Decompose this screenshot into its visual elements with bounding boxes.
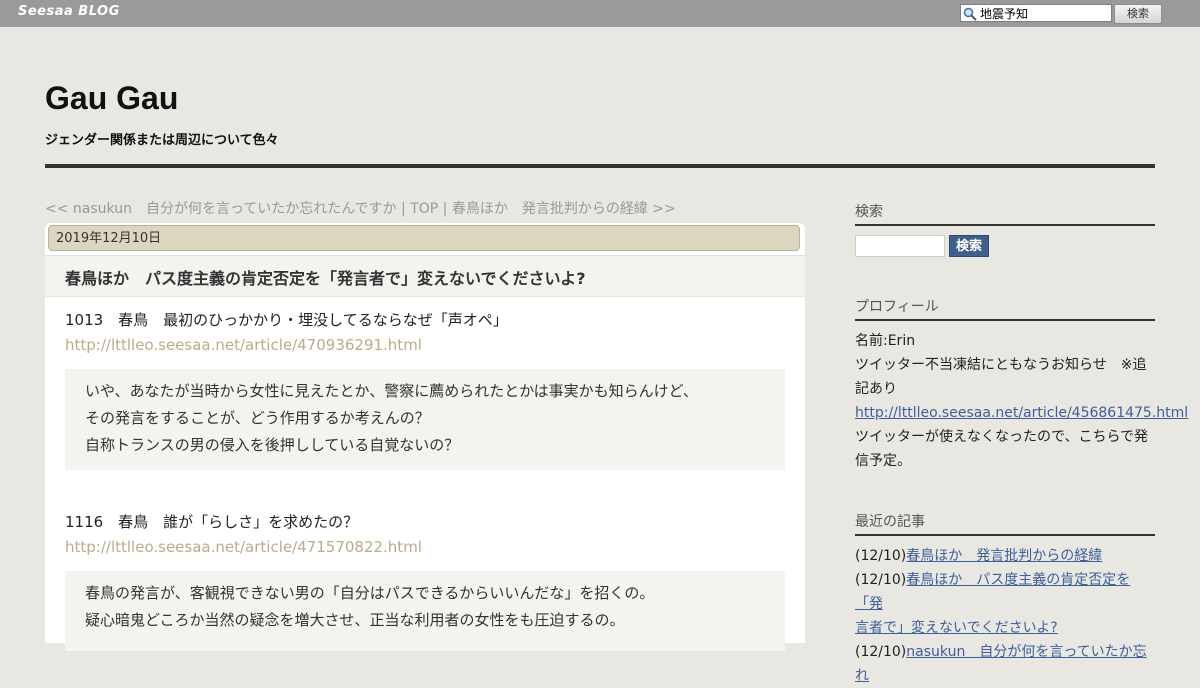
sidebar-recent-heading: 最近の記事 [855,511,1155,536]
recent-article-link[interactable]: 春鳥ほか 発言批判からの経緯 [906,548,1102,564]
top-search-button[interactable]: 検索 [1114,4,1162,24]
profile-link[interactable]: http://lttlleo.seesaa.net/article/456861… [855,405,1188,421]
entry-heading: 1013 春鳥 最初のひっかかり・埋没してるならなぜ「声オペ」 [65,311,508,329]
blog-title[interactable]: Gau Gau [45,80,178,117]
article-date: 2019年12月10日 [48,225,800,251]
profile-note: 信予定。 [855,453,911,469]
recent-date: (12/10) [855,644,907,660]
quote-line: 自称トランスの男の侵入を後押ししている自覚ないの？ [85,436,460,454]
entry-link[interactable]: http://lttlleo.seesaa.net/article/470936… [65,336,422,354]
header-divider [45,164,1155,168]
list-item: (12/10)春鳥ほか 発言批判からの経緯 [855,544,1155,568]
search-icon [963,6,977,21]
list-item: 言者で」変えないでくださいよ? [855,616,1155,640]
entry-quote: 春鳥の発言が、客観視できない男の「自分はパスできるからいいんだな」を招くの。 疑… [65,571,785,651]
prev-article-link[interactable]: << nasukun 自分が何を言っていたか忘れたんですか [45,201,397,217]
recent-article-link-continued[interactable]: 言者で」変えないでくださいよ? [855,620,1058,636]
sidebar-search-input[interactable] [855,235,945,257]
blog-description: ジェンダー関係または周辺について色々 [45,133,279,148]
profile-note: ツイッターが使えなくなったので、こちらで発 [855,429,1149,445]
top-link[interactable]: TOP [410,201,438,217]
quote-line: いや、あなたが当時から女性に見えたとか、警察に薦められたとかは事実かも知らんけど… [85,382,698,400]
list-item: (12/10)nasukun 自分が何を言っていたか忘れ [855,640,1155,688]
article-title[interactable]: 春鳥ほか パス度主義の肯定否定を「発言者で」変えないでくださいよ? [65,265,585,289]
seesaa-blog-logo[interactable]: Seesaa BLOG [18,4,120,19]
quote-line: その発言をすることが、どう作用するか考えんの？ [85,409,430,427]
top-search-input[interactable] [977,6,1108,20]
nav-separator: | [396,201,411,217]
profile-name: 名前:Erin [855,333,916,349]
sidebar-search-button[interactable]: 検索 [949,235,989,257]
article-navigation: << nasukun 自分が何を言っていたか忘れたんですか | TOP | 春鳥… [45,198,676,218]
quote-line: 春鳥の発言が、客観視できない男の「自分はパスできるからいいんだな」を招くの。 [85,584,655,602]
entry-quote: いや、あなたが当時から女性に見えたとか、警察に薦められたとかは事実かも知らんけど… [65,369,785,470]
list-item: (12/10)春鳥ほか パス度主義の肯定否定を「発 [855,568,1155,616]
recent-articles-list: (12/10)春鳥ほか 発言批判からの経緯 (12/10)春鳥ほか パス度主義の… [855,544,1155,688]
recent-date: (12/10) [855,572,907,588]
profile-note: 記あり [855,381,897,397]
entry-link[interactable]: http://lttlleo.seesaa.net/article/471570… [65,538,422,556]
sidebar-profile-heading: プロフィール [855,296,1155,321]
profile-note: ツイッター不当凍結にともなうお知らせ ※追 [855,357,1147,373]
top-search-field[interactable] [960,4,1112,22]
article: 2019年12月10日 春鳥ほか パス度主義の肯定否定を「発言者で」変えないでく… [45,223,805,651]
next-article-link[interactable]: 春鳥ほか 発言批判からの経緯 >> [452,201,676,217]
article-header: 春鳥ほか パス度主義の肯定否定を「発言者で」変えないでくださいよ? [45,255,805,297]
recent-date: (12/10) [855,548,907,564]
nav-separator: | [438,201,452,217]
profile-block: 名前:Erin ツイッター不当凍結にともなうお知らせ ※追 記あり http:/… [855,329,1188,473]
entry-heading: 1116 春鳥 誰が「らしさ」を求めたの？ [65,513,359,531]
sidebar-search-heading: 検索 [855,201,1155,226]
